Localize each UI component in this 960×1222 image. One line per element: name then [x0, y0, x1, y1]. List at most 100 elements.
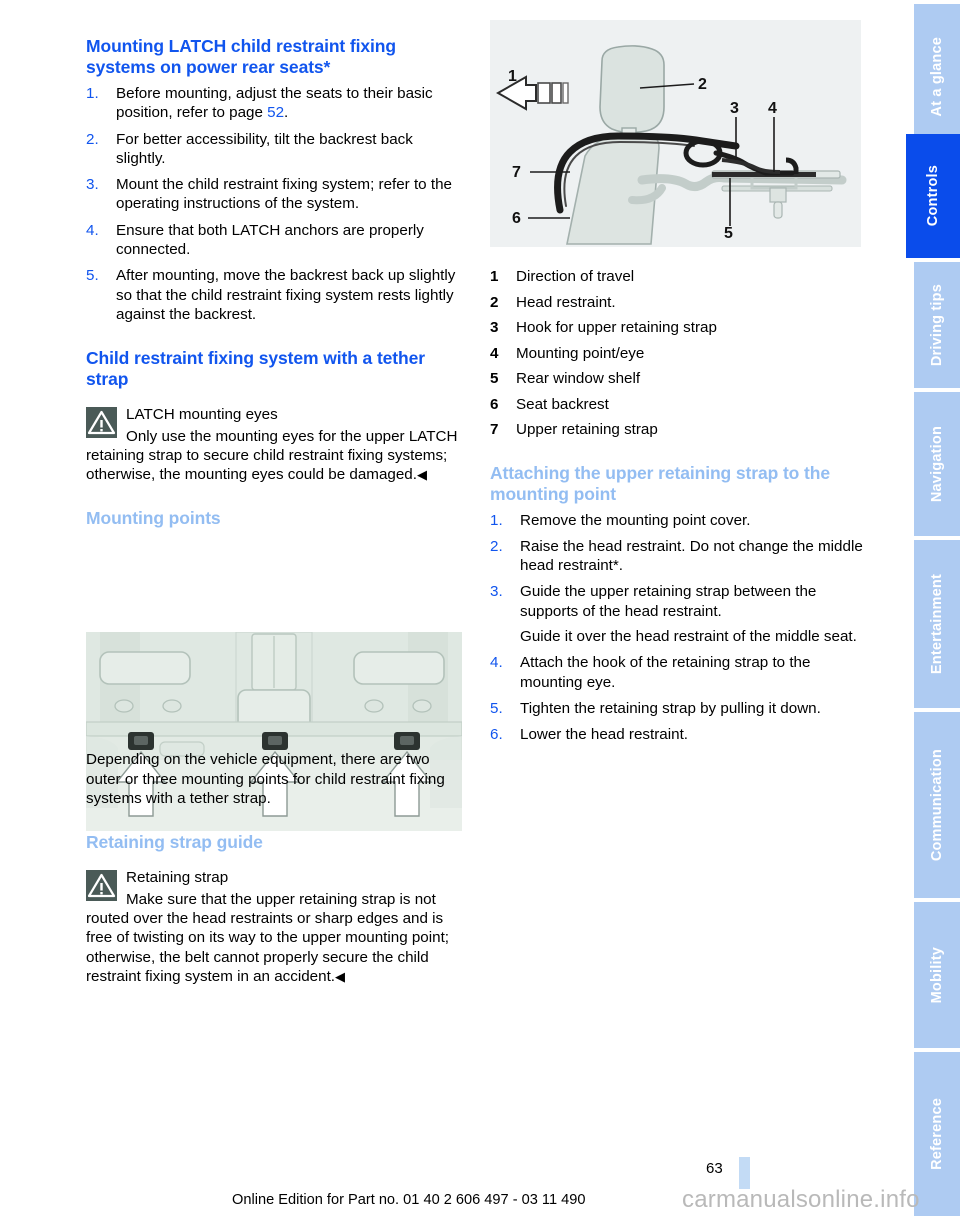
site-watermark: carmanualsonline.info	[682, 1186, 920, 1213]
figure-spacer	[490, 20, 866, 267]
step-number: 2.	[490, 537, 503, 555]
page-reference[interactable]: 52	[267, 104, 284, 121]
legend-text: Rear window shelf	[516, 370, 641, 387]
list-item: 5. After mounting, move the backrest bac…	[86, 266, 462, 324]
step-text: Lower the head restraint.	[520, 726, 689, 744]
procedure-list-mounting-latch: 1. Before mounting, adjust the seats to …	[86, 84, 462, 324]
legend-text: Upper retaining strap	[516, 421, 658, 438]
footer-edition-line: Online Edition for Part no. 01 40 2 606 …	[232, 1192, 586, 1208]
warning-note-latch-mounting-eyes: LATCH mounting eyes Only use the mountin…	[86, 405, 462, 484]
step-number: 5.	[86, 267, 99, 285]
list-item: 3. Mount the child restraint fixing syst…	[86, 175, 462, 214]
list-item: 1 Direction of travel	[490, 267, 866, 286]
list-item: 5. Tighten the retaining strap by pullin…	[490, 699, 866, 718]
list-item: 5 Rear window shelf	[490, 369, 866, 388]
legend-text: Hook for upper retaining strap	[516, 319, 717, 336]
legend-number: 2	[490, 293, 499, 311]
heading-attaching-upper-strap: Attaching the upper retaining strap to t…	[490, 462, 830, 504]
sidebar-tab-label: Navigation	[929, 425, 945, 503]
list-item: 2. For better accessibility, tilt the ba…	[86, 130, 462, 169]
left-column: Mounting LATCH child restraint fixing sy…	[86, 36, 462, 986]
note-body: Make sure that the upper retaining strap…	[86, 890, 450, 985]
note-end-mark: ◀	[416, 467, 427, 483]
warning-triangle-icon	[86, 870, 117, 902]
list-item: 7 Upper retaining strap	[490, 420, 866, 439]
legend-text: Direction of travel	[516, 268, 635, 285]
sidebar-tab-label: Driving tips	[929, 283, 945, 367]
step-number: 1.	[490, 511, 503, 529]
right-column: 1 Direction of travel 2 Head restraint. …	[490, 20, 866, 751]
sidebar-tab-label: Reference	[929, 1098, 945, 1170]
legend-number: 1	[490, 268, 499, 285]
legend-text: Head restraint.	[516, 293, 616, 311]
sidebar-tab-label: Controls	[925, 165, 941, 227]
step-subtext: Guide it over the head restraint of the …	[520, 627, 857, 645]
heading-mounting-latch: Mounting LATCH child restraint fixing sy…	[86, 36, 396, 77]
warning-triangle-icon	[86, 407, 117, 439]
sidebar-tab-at-a-glance[interactable]: At a glance	[914, 4, 960, 150]
sidebar-tab-label: Communication	[929, 748, 945, 862]
figure-caption-mounting-points: Depending on the vehicle equipment, ther…	[86, 751, 445, 808]
step-number: 3.	[490, 583, 503, 601]
sidebar-tab-label: Mobility	[929, 946, 945, 1004]
legend-text: Mounting point/eye	[516, 344, 645, 362]
figure-legend-list: 1 Direction of travel 2 Head restraint. …	[490, 267, 866, 439]
heading-mounting-points: Mounting points	[86, 508, 221, 529]
step-text: Attach the hook of the retaining strap t…	[520, 654, 811, 691]
page-marker-bar	[739, 1157, 750, 1189]
step-text: Ensure that both LATCH anchors are prope…	[116, 221, 424, 259]
legend-number: 6	[490, 395, 499, 413]
legend-number: 3	[490, 319, 499, 336]
sidebar-tab-navigation[interactable]: Navigation	[914, 392, 960, 536]
list-item: 1. Remove the mounting point cover.	[490, 511, 866, 530]
sidebar-tab-mobility[interactable]: Mobility	[914, 902, 960, 1048]
note-end-mark: ◀	[335, 968, 346, 984]
sidebar-tab-controls[interactable]: Controls	[906, 134, 960, 258]
list-item: 3 Hook for upper retaining strap	[490, 318, 866, 337]
step-number: 6.	[490, 726, 503, 744]
manual-page: 1 2 3 4 5 6 7 Mounting LATCH child restr…	[0, 0, 960, 1222]
legend-text: Seat backrest	[516, 395, 609, 413]
list-item: 6. Lower the head restraint.	[490, 725, 866, 744]
sidebar-tab-entertainment[interactable]: Entertainment	[914, 540, 960, 708]
step-text: Remove the mounting point cover.	[520, 511, 751, 529]
step-number: 4.	[86, 221, 99, 239]
procedure-list-attaching-strap: 1. Remove the mounting point cover. 2. R…	[490, 511, 866, 745]
page-number: 63	[706, 1160, 723, 1177]
list-item: 4. Ensure that both LATCH anchors are pr…	[86, 221, 462, 260]
warning-note-retaining-strap: Retaining strap Make sure that the upper…	[86, 868, 462, 986]
section-tab-sidebar: At a glance Controls Driving tips Naviga…	[906, 0, 960, 1222]
list-item: 1. Before mounting, adjust the seats to …	[86, 84, 462, 123]
note-title: LATCH mounting eyes	[126, 406, 278, 424]
legend-number: 4	[490, 344, 499, 362]
sidebar-tab-communication[interactable]: Communication	[914, 712, 960, 898]
sidebar-tab-reference[interactable]: Reference	[914, 1052, 960, 1216]
list-item: 4. Attach the hook of the retaining stra…	[490, 653, 866, 692]
step-text: Guide the upper retaining strap between …	[520, 583, 817, 620]
note-body: Only use the mounting eyes for the upper…	[86, 427, 458, 484]
legend-number: 5	[490, 370, 499, 387]
step-text: Raise the head restraint. Do not change …	[520, 537, 863, 575]
step-number: 1.	[86, 85, 99, 102]
list-item: 2 Head restraint.	[490, 293, 866, 312]
note-title: Retaining strap	[126, 869, 229, 887]
sidebar-tab-label: Entertainment	[929, 573, 945, 675]
legend-number: 7	[490, 421, 499, 438]
step-number: 3.	[86, 176, 99, 194]
sidebar-tab-label: At a glance	[929, 37, 945, 117]
step-number: 5.	[490, 699, 503, 717]
list-item: 4 Mounting point/eye	[490, 344, 866, 363]
step-number: 4.	[490, 654, 503, 672]
step-text: Tighten the retaining strap by pulling i…	[520, 699, 821, 717]
heading-tether-strap-system: Child restraint fixing system with a tet…	[86, 348, 425, 390]
sidebar-tab-driving-tips[interactable]: Driving tips	[914, 262, 960, 388]
list-item: 3. Guide the upper retaining strap betwe…	[490, 582, 866, 646]
step-text: Mount the child restraint fixing system;…	[116, 176, 452, 213]
heading-retaining-strap-guide: Retaining strap guide	[86, 832, 263, 853]
step-text: Before mounting, adjust the seats to the…	[116, 85, 433, 122]
figure-spacer	[86, 535, 462, 750]
step-text: For better accessibility, tilt the backr…	[116, 130, 413, 167]
list-item: 2. Raise the head restraint. Do not chan…	[490, 537, 866, 576]
step-text: After mounting, move the backrest back u…	[116, 267, 456, 323]
step-number: 2.	[86, 130, 99, 148]
